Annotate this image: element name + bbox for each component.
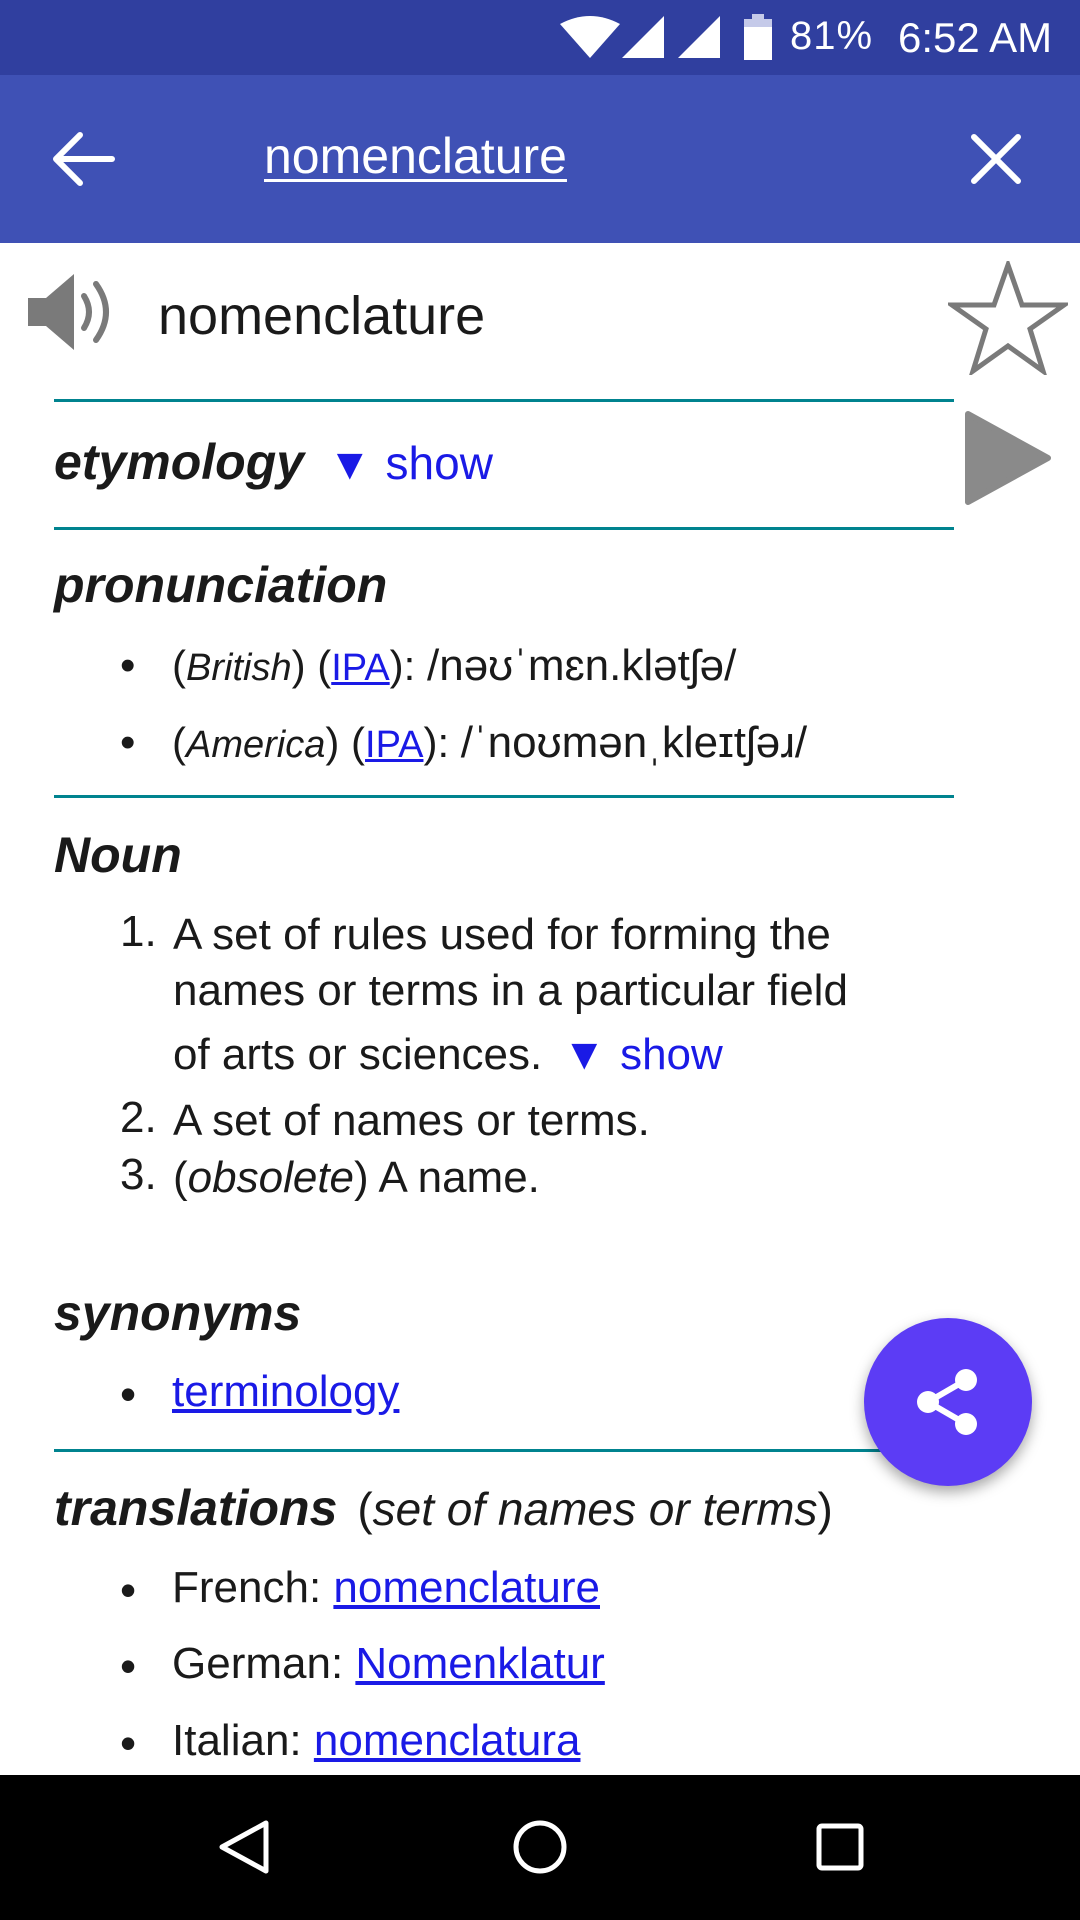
definition-number: 3.: [120, 1150, 157, 1199]
translation-language: Italian:: [172, 1716, 314, 1765]
translation-link[interactable]: nomenclature: [333, 1563, 600, 1612]
status-bar: 81% 6:52 AM: [0, 0, 1080, 75]
definition-show-toggle[interactable]: ▼ show: [563, 1030, 723, 1079]
translation-link[interactable]: Nomenklatur: [355, 1639, 604, 1688]
wifi-icon: [560, 16, 620, 58]
toggle-label: show: [620, 1030, 723, 1079]
bullet: •: [120, 1717, 137, 1769]
back-arrow-icon[interactable]: [50, 127, 120, 191]
definition-number: 2.: [120, 1093, 157, 1142]
recents-square-icon[interactable]: [810, 1817, 870, 1877]
toggle-label: show: [385, 437, 493, 489]
divider: [54, 527, 954, 530]
divider: [54, 399, 954, 402]
synonyms-title: synonyms: [54, 1285, 302, 1341]
definition-number: 1.: [120, 907, 157, 956]
battery-percent: 81%: [790, 14, 874, 58]
cell-signal-icon: [622, 16, 664, 58]
bullet: •: [120, 1368, 137, 1420]
cell-signal-icon: [678, 16, 720, 58]
definition-content[interactable]: nomenclature etymology ▼ show pronunciati…: [0, 243, 1080, 1775]
clock: 6:52 AM: [898, 14, 1053, 61]
translations-title: translations: [54, 1480, 338, 1536]
definition-3: (obsolete) A name.: [173, 1153, 540, 1202]
bullet: •: [120, 1564, 137, 1616]
pronunciation-title: pronunciation: [54, 557, 388, 613]
translation-link[interactable]: nomenclatura: [314, 1716, 581, 1765]
bullet: •: [120, 641, 136, 690]
translations-gloss: set of names or terms: [372, 1483, 818, 1535]
etymology-title: etymology: [54, 434, 305, 490]
ipa-link[interactable]: IPA: [365, 724, 423, 766]
divider: [54, 795, 954, 798]
share-icon: [917, 1369, 977, 1435]
home-circle-icon[interactable]: [510, 1817, 570, 1877]
etymology-show-toggle[interactable]: ▼ show: [328, 437, 493, 489]
definition-qualifier: obsolete: [187, 1153, 355, 1202]
pronunciation-region: British: [186, 647, 292, 689]
back-triangle-icon[interactable]: [214, 1817, 274, 1877]
share-button[interactable]: [864, 1318, 1032, 1486]
etymology-heading: etymology ▼ show: [54, 433, 493, 491]
bullet: •: [120, 718, 136, 767]
translation-language: German:: [172, 1639, 356, 1688]
app-bar: nomenclature: [0, 75, 1080, 243]
expand-triangle-icon: ▼: [327, 440, 372, 489]
play-icon[interactable]: [962, 408, 1054, 508]
ipa-transcription: /ˈnoʊmənˌkleɪtʃəɹ/: [460, 718, 808, 767]
system-navigation-bar: [0, 1775, 1080, 1920]
noun-title: Noun: [54, 827, 182, 883]
battery-icon: [744, 14, 772, 60]
ipa-link[interactable]: IPA: [331, 647, 389, 689]
close-icon[interactable]: [968, 131, 1024, 187]
ipa-transcription: /nəʊˈmɛn.klətʃə/: [427, 641, 737, 690]
expand-triangle-icon: ▼: [562, 1030, 607, 1079]
star-icon[interactable]: [948, 261, 1068, 375]
bullet: •: [120, 1640, 137, 1692]
definition-2: A set of names or terms.: [173, 1096, 650, 1145]
pronunciation-region: America: [186, 724, 326, 766]
translation-language: French:: [172, 1563, 334, 1612]
definition-1: A set of rules used for forming the name…: [173, 910, 848, 1079]
synonym-link[interactable]: terminology: [172, 1367, 399, 1417]
headword: nomenclature: [158, 286, 486, 346]
translations-heading: translations (set of names or terms): [54, 1480, 833, 1536]
search-query[interactable]: nomenclature: [264, 127, 567, 185]
divider: [54, 1449, 954, 1452]
speaker-icon[interactable]: [26, 270, 118, 354]
